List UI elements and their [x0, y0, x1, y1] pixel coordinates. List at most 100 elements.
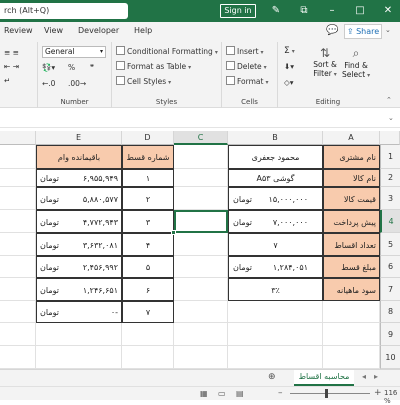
add-sheet-icon[interactable]: ⊕ [268, 372, 276, 382]
spreadsheet-grid[interactable]: EDCBA1234567891011نام مشتریمحمود جعفرینا… [0, 131, 400, 389]
row-header[interactable]: 6 [380, 256, 400, 278]
share-button[interactable]: ⇪ Share [344, 24, 382, 39]
row-header[interactable]: 5 [380, 233, 400, 256]
wrap-icon[interactable]: ↵ [4, 76, 10, 85]
grid-cell[interactable] [323, 346, 380, 369]
pen-icon[interactable]: ✎ [267, 3, 285, 19]
format-as-table-button[interactable]: Format as Table ▾ [116, 61, 191, 71]
percent-icon[interactable]: % [68, 63, 75, 72]
tab-view[interactable]: View [44, 26, 63, 35]
column-header-e[interactable]: E [36, 131, 122, 145]
restore-icon[interactable]: ⧉ [295, 3, 313, 19]
chevron-down-icon[interactable]: ⌄ [385, 26, 391, 34]
autosum-button[interactable]: Σ ▾ [284, 46, 295, 56]
grid-cell[interactable] [174, 301, 228, 323]
minimize-icon[interactable]: – [323, 3, 341, 19]
column-header-b[interactable]: B [228, 131, 323, 145]
grid-cell[interactable] [36, 323, 122, 346]
grid-cell[interactable] [323, 301, 380, 323]
grid-cell[interactable] [0, 323, 36, 346]
row-header[interactable]: 10 [380, 346, 400, 369]
row-header[interactable]: 3 [380, 187, 400, 210]
grid-cell[interactable] [228, 301, 323, 323]
grid-cell[interactable] [174, 278, 228, 301]
row-header[interactable]: 2 [380, 169, 400, 187]
grid-cell[interactable] [0, 187, 36, 210]
conditional-formatting-button[interactable]: Conditional Formatting ▾ [116, 46, 218, 56]
column-header-d[interactable]: D [122, 131, 174, 145]
number-format-select[interactable]: General ▾ [42, 46, 106, 58]
zoom-level[interactable]: 116 % [384, 389, 400, 405]
select-all-corner[interactable] [380, 131, 400, 145]
indent-icon[interactable]: ⇤ ⇥ [4, 62, 19, 71]
insert-button[interactable]: Insert ▾ [226, 46, 264, 56]
tab-help[interactable]: Help [134, 26, 152, 35]
remaining-loan-unit: تومان [40, 286, 59, 295]
row-header[interactable]: 9 [380, 323, 400, 346]
tab-developer[interactable]: Developer [78, 26, 119, 35]
align-icon[interactable]: ≡ ≡ [4, 48, 19, 57]
column-header-c[interactable]: C [174, 131, 228, 145]
tab-review[interactable]: Review [4, 26, 33, 35]
sheet-tab-active[interactable]: محاسبه اقساط [294, 370, 354, 386]
grid-cell[interactable] [228, 346, 323, 369]
currency-icon[interactable]: 💱▾ [42, 63, 55, 72]
zoom-in-button[interactable]: + [374, 388, 382, 398]
fill-handle[interactable] [171, 230, 176, 235]
decrease-decimal-icon[interactable]: .00→ [68, 79, 86, 88]
page-layout-view-icon[interactable]: ▭ [218, 389, 226, 398]
expand-formula-bar-icon[interactable]: ⌄ [388, 114, 394, 122]
grid-cell[interactable] [0, 169, 36, 187]
grid-cell[interactable] [174, 346, 228, 369]
grid-cell[interactable] [0, 301, 36, 323]
grid-cell[interactable] [174, 145, 228, 169]
zoom-slider[interactable] [290, 393, 370, 394]
selected-cell-outline[interactable] [174, 210, 228, 233]
sheet-scroll-right-icon[interactable]: ▸ [374, 372, 378, 381]
grid-cell[interactable] [174, 323, 228, 346]
delete-button[interactable]: Delete ▾ [226, 61, 267, 71]
close-icon[interactable]: ✕ [379, 3, 397, 19]
grid-cell[interactable] [174, 256, 228, 278]
comma-icon[interactable]: ❞ [90, 63, 94, 72]
grid-cell[interactable] [36, 346, 122, 369]
grid-cell[interactable] [174, 169, 228, 187]
row-header[interactable]: 1 [380, 145, 400, 169]
grid-cell[interactable] [0, 145, 36, 169]
row-header[interactable]: 7 [380, 278, 400, 301]
fill-icon[interactable]: ⬇▾ [284, 62, 294, 71]
grid-cell[interactable] [323, 323, 380, 346]
maximize-icon[interactable]: □ [351, 3, 369, 19]
format-button[interactable]: Format ▾ [226, 76, 268, 86]
sort-filter-button[interactable]: ⇅ Sort & Filter ▾ [312, 46, 338, 78]
row-header[interactable]: 8 [380, 301, 400, 323]
find-select-button[interactable]: ⌕ Find & Select ▾ [342, 46, 370, 79]
column-header-partial[interactable] [0, 131, 36, 145]
grid-cell[interactable] [0, 346, 36, 369]
grid-cell[interactable] [122, 323, 174, 346]
collapse-ribbon-icon[interactable]: ⌃ [386, 96, 392, 104]
grid-cell[interactable] [0, 256, 36, 278]
column-header-a[interactable]: A [323, 131, 380, 145]
row-header[interactable]: 4 [380, 210, 400, 233]
cell-styles-button[interactable]: Cell Styles ▾ [116, 76, 171, 86]
clear-icon[interactable]: ◇▾ [284, 78, 294, 87]
grid-cell[interactable] [122, 346, 174, 369]
grid-cell[interactable] [228, 323, 323, 346]
search-box[interactable]: rch (Alt+Q) [0, 3, 128, 19]
page-break-view-icon[interactable]: ▤ [236, 389, 244, 398]
search-input-text[interactable]: rch (Alt+Q) [4, 6, 49, 15]
grid-cell[interactable] [174, 233, 228, 256]
zoom-out-button[interactable]: – [278, 388, 283, 398]
normal-view-icon[interactable]: ▦ [200, 389, 208, 398]
sign-in-button[interactable]: Sign in [220, 4, 256, 18]
zoom-slider-thumb[interactable] [325, 389, 328, 398]
comment-icon[interactable]: 💬 [326, 25, 338, 36]
grid-cell[interactable] [174, 187, 228, 210]
grid-cell[interactable] [0, 210, 36, 233]
sheet-scroll-left-icon[interactable]: ◂ [362, 372, 366, 381]
increase-decimal-icon[interactable]: ←.0 [42, 79, 55, 88]
grid-cell[interactable] [0, 278, 36, 301]
grid-cell[interactable] [0, 233, 36, 256]
formula-bar[interactable] [0, 112, 400, 128]
